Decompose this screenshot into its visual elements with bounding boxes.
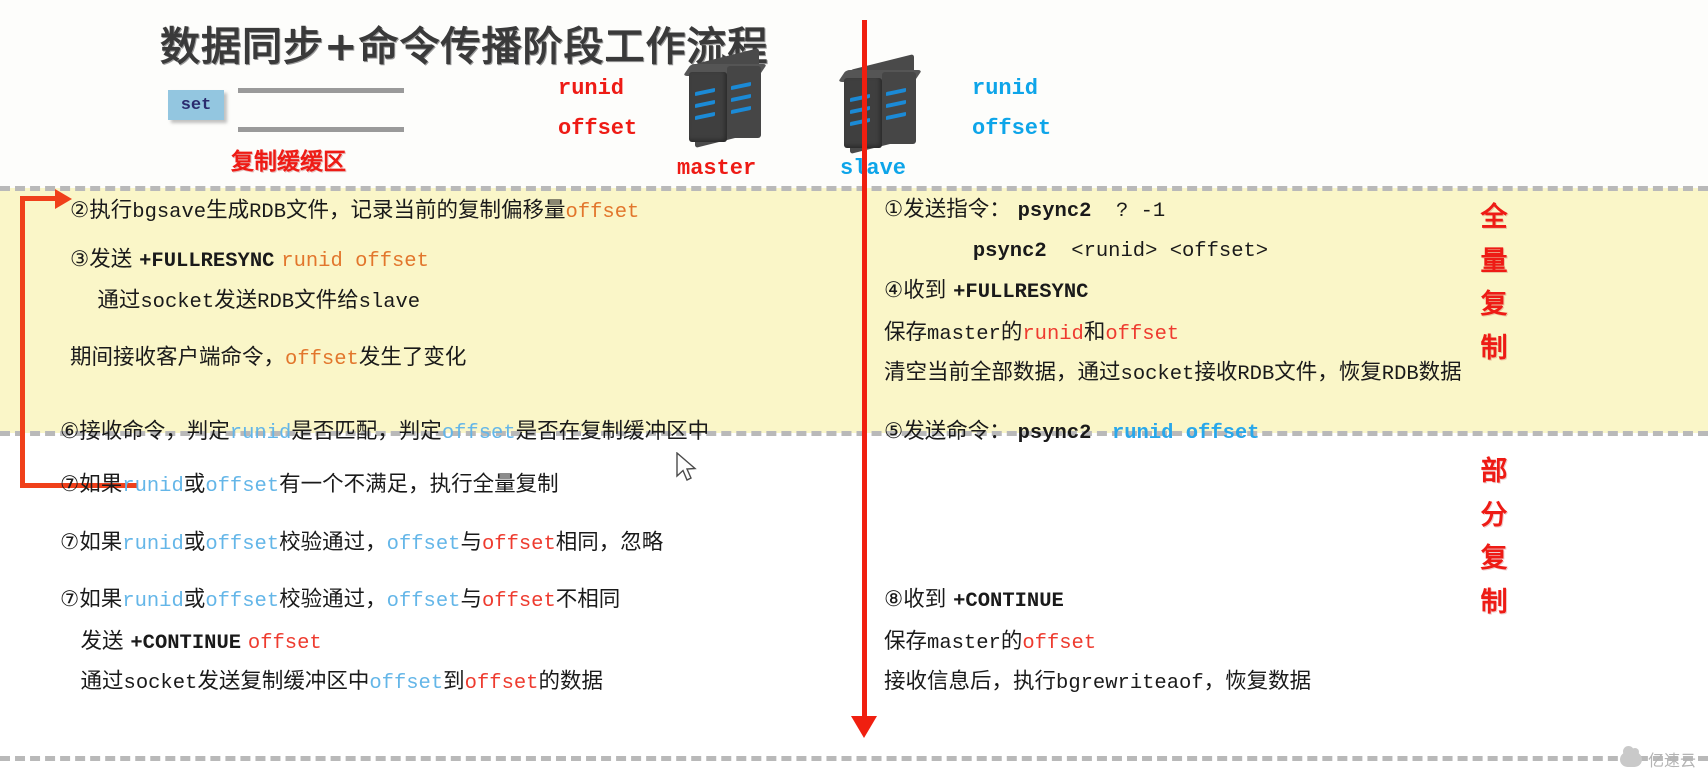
partial-sync-master-step-7c-send: 发送 +CONTINUE offset [60,629,322,655]
page-title: 数据同步+命令传播阶段工作流程 [160,24,769,70]
partial-sync-slave-step-8c: 接收信息后，执行bgrewriteaof，恢复数据 [884,669,1312,695]
divider-dashed-top [0,186,1708,191]
full-sync-slave-step-4: ④收到 +FULLRESYNC [884,278,1089,304]
master-name-label: master [677,156,757,181]
diagram-canvas: 数据同步+命令传播阶段工作流程 set 复制缓缓区 runid offset m… [0,0,1708,777]
full-sync-master-step-2b: 通过socket发送RDB文件给slave [70,288,421,314]
replication-buffer-label: 复制缓缓区 [231,149,346,175]
feedback-arrow-shaft [20,196,25,488]
partial-sync-side-label: 部分复制 [1480,456,1508,619]
master-offset-label: offset [558,116,638,141]
slave-server-icon [837,54,924,158]
buffer-line-top [238,88,404,93]
partial-sync-slave-step-8b: 保存master的offset [884,629,1097,655]
vertical-flow-divider [862,20,867,725]
full-sync-side-label: 全量复制 [1480,202,1508,365]
watermark: 亿速云 [1619,745,1696,771]
partial-sync-master-step-7a: ⑦如果runid或offset有一个不满足，执行全量复制 [60,472,559,498]
flow-arrow-head [851,716,877,738]
full-sync-slave-step-1: ①发送指令： psync2 ? -1 [884,197,1166,223]
feedback-arrow-top [20,196,60,201]
partial-sync-master-step-7c: ⑦如果runid或offset校验通过，offset与offset不相同 [60,587,621,613]
partial-sync-master-step-7c-socket: 通过socket发送复制缓冲区中offset到offset的数据 [60,669,604,695]
slave-name-label: slave [840,156,907,181]
slave-runid-label: runid [972,76,1039,101]
full-sync-master-note: 期间接收客户端命令，offset发生了变化 [70,345,467,371]
partial-sync-master-step-6: ⑥接收命令，判定runid是否匹配，判定offset是否在复制缓冲区中 [60,419,710,445]
full-sync-slave-step-4c: 清空当前全部数据，通过socket接收RDB文件，恢复RDB数据 [884,360,1462,386]
buffer-line-bottom [238,127,404,132]
partial-sync-slave-step-5: ⑤发送命令： psync2 runid offset [884,419,1260,445]
divider-dashed-bottom [0,756,1708,761]
slave-offset-label: offset [972,116,1052,141]
full-sync-master-step-2: ③发送 +FULLRESYNC runid offset [70,247,429,273]
mouse-cursor-icon [676,452,697,481]
partial-sync-slave-step-8: ⑧收到 +CONTINUE [884,587,1064,613]
watermark-text: 亿速云 [1647,751,1696,770]
set-command-badge: set [168,90,224,120]
master-runid-label: runid [558,76,625,101]
full-sync-master-step-1: ②执行bgsave生成RDB文件，记录当前的复制偏移量offset [70,198,640,224]
cloud-icon [1619,745,1642,767]
master-server-icon [682,48,769,152]
full-sync-slave-step-1b: psync2 <runid> <offset> [972,240,1269,263]
full-sync-slave-step-4b: 保存master的runid和offset [884,320,1180,346]
partial-sync-master-step-7b: ⑦如果runid或offset校验通过，offset与offset相同，忽略 [60,530,664,556]
